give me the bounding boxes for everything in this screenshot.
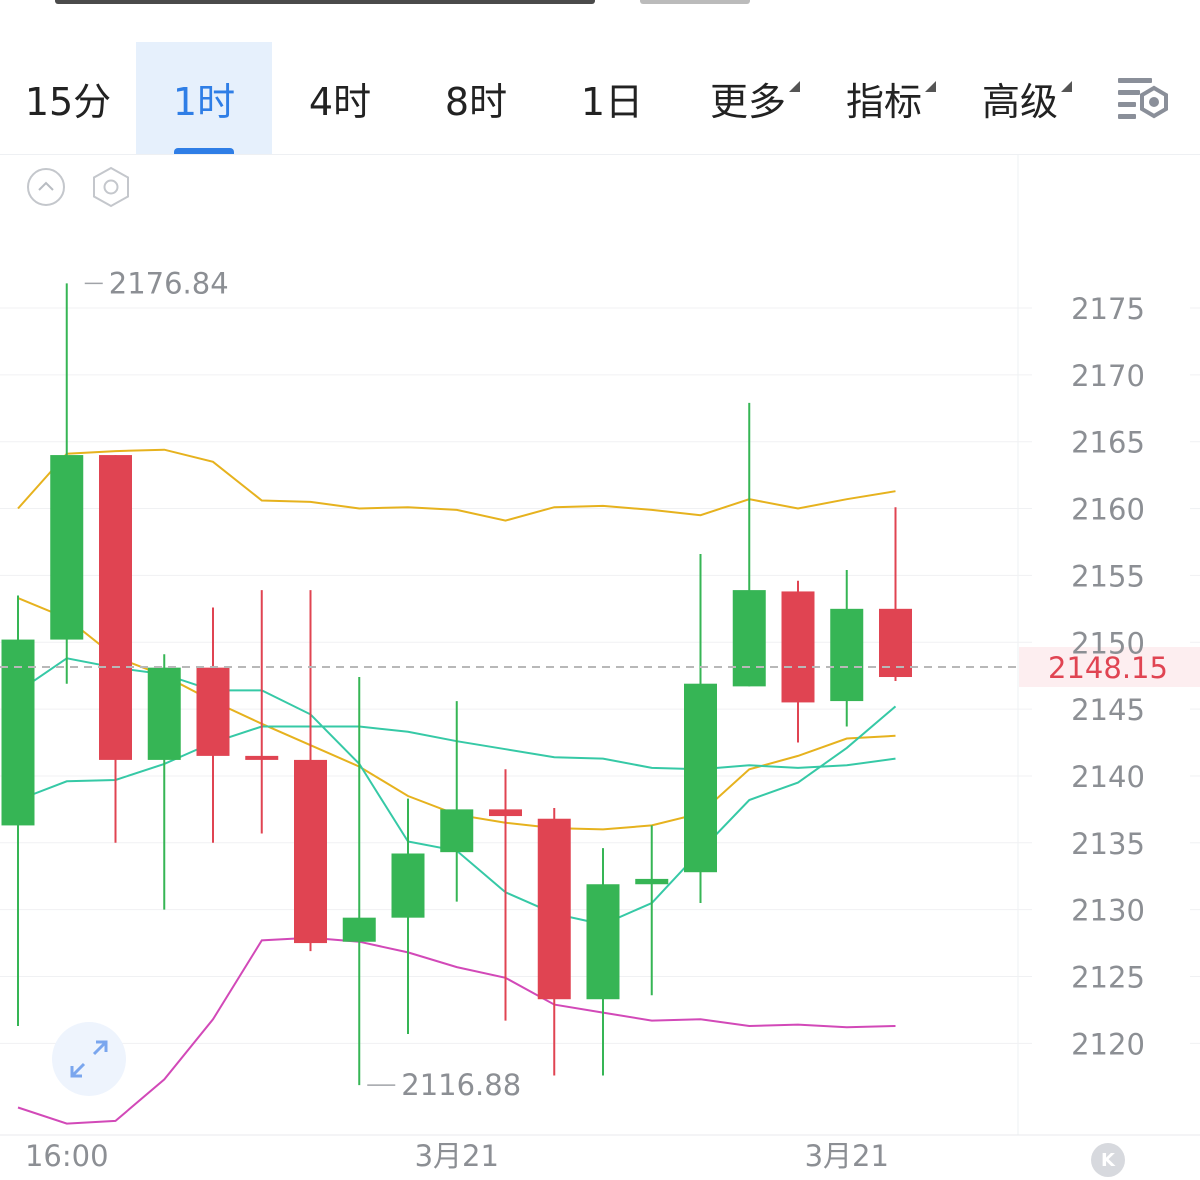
tab-advanced[interactable]: 高级 — [952, 42, 1088, 154]
candlestick-chart: 2148.15 2176.84 2116.88 2175 2170 2165 2160 21… — [0, 154, 1200, 1173]
candle-body — [879, 608, 912, 678]
candle-body — [586, 884, 620, 1000]
dropdown-triangle-icon — [1061, 80, 1072, 92]
candle-body — [732, 590, 766, 687]
tab-label: 8时 — [444, 79, 508, 124]
candle-body — [684, 683, 717, 873]
candle-body — [342, 917, 376, 942]
list-settings-icon[interactable] — [1116, 74, 1172, 124]
last-price-label: 2148.15 — [1048, 651, 1168, 685]
indicator-line-ma_teal_2 — [17, 725, 896, 801]
candle-body — [537, 818, 571, 1000]
indicator-line-boll_lower — [17, 936, 896, 1125]
tab-label: 1时 — [172, 79, 236, 124]
tab-4h[interactable]: 4时 — [272, 42, 408, 154]
candle-body — [830, 608, 864, 702]
tab-label: 4时 — [308, 79, 372, 124]
y-tick-label: 2175 — [1071, 292, 1145, 326]
indicator-line-ma_teal_1 — [17, 657, 897, 926]
y-tick-label: 2135 — [1071, 827, 1145, 861]
candle-body — [1, 639, 35, 826]
tab-label: 更多 — [709, 79, 786, 124]
y-tick-label: 2120 — [1071, 1027, 1145, 1061]
y-tick-label: 2160 — [1071, 493, 1145, 527]
tab-15min[interactable]: 15分 — [0, 42, 136, 154]
dropdown-triangle-icon — [925, 80, 936, 92]
expand-arrows-icon — [70, 1040, 108, 1078]
candle-body — [99, 455, 132, 760]
indicator-line-boll_mid — [17, 597, 896, 831]
x-tick-label: 16:00 — [25, 1139, 109, 1173]
tab-indicators[interactable]: 指标 — [816, 42, 952, 154]
y-tick-label: 2130 — [1071, 894, 1145, 928]
tab-label: 指标 — [845, 79, 922, 124]
candle-body — [50, 455, 84, 640]
y-tick-label: 2155 — [1071, 559, 1145, 593]
candle-body — [147, 667, 181, 760]
tab-1h[interactable]: 1时 — [136, 42, 272, 154]
expand-button[interactable] — [52, 1022, 126, 1096]
y-tick-label: 2125 — [1071, 961, 1145, 995]
candle-body — [391, 853, 425, 918]
y-tick-label: 2165 — [1071, 426, 1145, 460]
y-tick-label: 2170 — [1071, 359, 1145, 393]
high-price-label: 2176.84 — [109, 266, 229, 300]
dropdown-triangle-icon — [789, 80, 800, 92]
y-tick-label: 2140 — [1071, 760, 1145, 794]
tab-label: 高级 — [981, 79, 1058, 124]
x-tick-label: 3月21 — [415, 1139, 499, 1173]
x-tick-label: 3月21 — [805, 1139, 889, 1173]
y-tick-label: 2150 — [1071, 626, 1145, 660]
candle-body — [245, 755, 279, 760]
timeframe-tabs: 15分 1时 4时 8时 1日 更多 指标 高级 — [0, 42, 1200, 155]
tab-8h[interactable]: 8时 — [408, 42, 544, 154]
low-price-label: 2116.88 — [401, 1068, 521, 1102]
candle-body — [196, 667, 230, 756]
tab-1d[interactable]: 1日 — [544, 42, 680, 154]
chevron-up-circle-icon[interactable] — [26, 167, 66, 207]
candle-body — [781, 591, 815, 703]
tab-more[interactable]: 更多 — [680, 42, 816, 154]
tab-label: 1日 — [580, 79, 644, 124]
candle-body — [440, 809, 474, 853]
indicator-line-boll_upper — [17, 448, 896, 522]
last-price-badge — [1019, 646, 1200, 687]
truncated-header — [0, 0, 1200, 10]
candle-body — [635, 878, 669, 885]
candle-body — [489, 809, 522, 817]
tab-label: 15分 — [24, 79, 112, 124]
candle-body — [294, 759, 327, 944]
hexagon-settings-icon[interactable] — [89, 165, 133, 209]
k-back-icon[interactable]: K — [1091, 1143, 1125, 1177]
y-tick-label: 2145 — [1071, 693, 1145, 727]
